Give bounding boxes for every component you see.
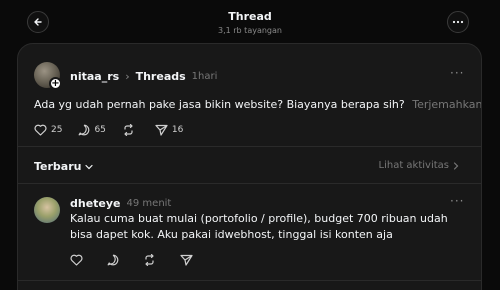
top-bar: Thread 3,1 rb tayangan: [0, 0, 500, 44]
comment-count: 65: [94, 125, 106, 135]
translate-link[interactable]: Terjemahkan: [412, 98, 481, 111]
reply-time: 49 menit: [126, 198, 172, 209]
thread-panel: + nitaa_rs › Threads 1hari ··· Ada yg ud…: [17, 43, 482, 290]
repost-icon: [124, 124, 133, 136]
heart-icon: [34, 124, 47, 136]
like-button[interactable]: [70, 254, 87, 266]
divider: [18, 183, 481, 184]
page-title: Thread: [228, 10, 272, 23]
post-username[interactable]: nitaa_rs: [70, 70, 119, 83]
divider: [18, 146, 481, 147]
view-activity-label: Lihat aktivitas: [378, 160, 450, 171]
more-options-button[interactable]: [447, 11, 469, 33]
comment-icon: [107, 254, 119, 266]
post-text: Ada yg udah pernah pake jasa bikin websi…: [34, 98, 481, 112]
like-button[interactable]: 25: [34, 124, 62, 136]
reply-header: dheteye 49 menit: [70, 197, 171, 210]
share-button[interactable]: [180, 254, 197, 266]
post-actions: 25 65 16: [34, 124, 199, 136]
send-icon: [155, 124, 168, 136]
more-horizontal-icon[interactable]: ···: [450, 66, 464, 80]
view-activity-link[interactable]: Lihat aktivitas: [379, 160, 460, 171]
post-time: 1hari: [191, 70, 218, 82]
heart-icon: [70, 254, 83, 266]
view-count: 3,1 rb tayangan: [218, 26, 282, 35]
post-topic[interactable]: Threads: [136, 70, 186, 83]
comment-button[interactable]: 65: [78, 124, 106, 136]
chevron-right-icon: [453, 161, 459, 170]
chevron-down-icon: [85, 164, 94, 169]
share-count: 16: [171, 125, 184, 135]
sort-dropdown[interactable]: Terbaru: [34, 160, 94, 173]
repost-icon: [145, 254, 154, 266]
more-horizontal-icon: [452, 20, 464, 24]
reply-text: Kalau cuma buat mulai (portofolio / prof…: [70, 212, 448, 241]
more-horizontal-icon[interactable]: ···: [450, 194, 464, 208]
sort-label: Terbaru: [34, 160, 82, 173]
reply-actions: [70, 254, 213, 266]
post-body: Ada yg udah pernah pake jasa bikin websi…: [34, 98, 405, 111]
share-button[interactable]: 16: [155, 124, 183, 136]
reply-username[interactable]: dheteye: [70, 197, 121, 210]
avatar[interactable]: [34, 197, 60, 223]
send-icon: [180, 254, 193, 266]
plus-icon[interactable]: +: [49, 77, 62, 90]
chevron-right-icon: ›: [125, 69, 130, 83]
comment-button[interactable]: [107, 254, 123, 266]
like-count: 25: [51, 125, 63, 135]
post-header: nitaa_rs › Threads 1hari: [70, 69, 217, 83]
comment-icon: [79, 124, 90, 136]
repost-button[interactable]: [122, 124, 139, 136]
repost-button[interactable]: [143, 254, 160, 266]
divider: [18, 280, 481, 281]
title-block: Thread 3,1 rb tayangan: [0, 10, 500, 36]
